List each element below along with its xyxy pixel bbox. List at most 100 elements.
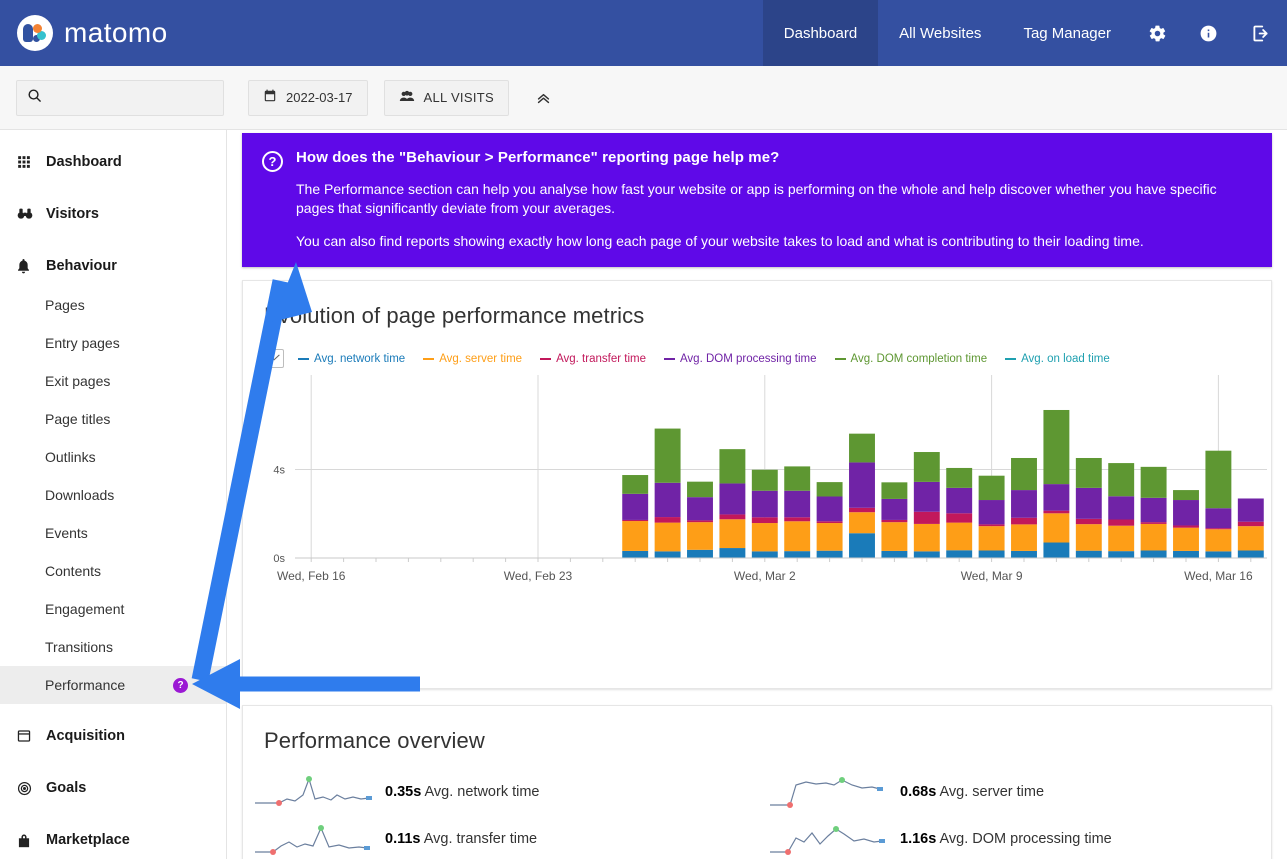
bar-segment[interactable] bbox=[1011, 490, 1037, 518]
bar-segment[interactable] bbox=[622, 550, 649, 558]
bar-segment[interactable] bbox=[1237, 550, 1264, 558]
legend-item-4[interactable]: Avg. DOM completion time bbox=[834, 353, 987, 365]
bar-segment[interactable] bbox=[1011, 524, 1037, 551]
legend-item-5[interactable]: Avg. on load time bbox=[1005, 353, 1110, 365]
bar-segment[interactable] bbox=[913, 511, 940, 524]
sidebar-item-dashboard[interactable]: Dashboard bbox=[0, 142, 226, 182]
bar-segment[interactable] bbox=[784, 517, 811, 522]
bar-segment[interactable] bbox=[719, 514, 746, 520]
bar-segment[interactable] bbox=[687, 549, 713, 558]
sidebar-item-contents[interactable]: Contents bbox=[0, 552, 226, 590]
bar-segment[interactable] bbox=[881, 550, 908, 558]
bar-segment[interactable] bbox=[1043, 542, 1070, 558]
bar-segment[interactable] bbox=[751, 551, 778, 558]
sidebar-item-behaviour[interactable]: Behaviour bbox=[0, 246, 226, 286]
bar-segment[interactable] bbox=[1075, 524, 1102, 551]
legend-item-2[interactable]: Avg. transfer time bbox=[540, 353, 646, 365]
bar-segment[interactable] bbox=[784, 521, 811, 552]
bar-segment[interactable] bbox=[978, 526, 1005, 551]
sidebar-item-entry-pages[interactable]: Entry pages bbox=[0, 324, 226, 362]
sidebar-item-goals[interactable]: Goals bbox=[0, 768, 226, 808]
bar-segment[interactable] bbox=[622, 519, 649, 522]
bar-segment[interactable] bbox=[1237, 526, 1264, 551]
bar-segment[interactable] bbox=[849, 533, 875, 558]
bar-segment[interactable] bbox=[816, 496, 843, 522]
bar-segment[interactable] bbox=[1140, 466, 1167, 498]
bar-segment[interactable] bbox=[881, 522, 908, 551]
bar-segment[interactable] bbox=[622, 475, 649, 494]
sidebar-item-acquisition[interactable]: Acquisition bbox=[0, 716, 226, 756]
bar-segment[interactable] bbox=[1140, 550, 1167, 558]
bar-segment[interactable] bbox=[881, 482, 908, 499]
bar-segment[interactable] bbox=[978, 550, 1005, 558]
bar-segment[interactable] bbox=[1237, 521, 1264, 527]
bar-segment[interactable] bbox=[1075, 487, 1102, 519]
legend-item-3[interactable]: Avg. DOM processing time bbox=[663, 353, 817, 365]
sparkline-metric-0[interactable]: 0.35s Avg. network time bbox=[243, 768, 758, 815]
bar-segment[interactable] bbox=[719, 548, 746, 558]
bar-segment[interactable] bbox=[978, 500, 1005, 525]
bar-segment[interactable] bbox=[1173, 500, 1199, 526]
matomo-logo[interactable]: matomo bbox=[0, 15, 168, 51]
sidebar-item-marketplace[interactable]: Marketplace bbox=[0, 820, 226, 859]
bar-segment[interactable] bbox=[1205, 529, 1232, 552]
sidebar-item-outlinks[interactable]: Outlinks bbox=[0, 438, 226, 476]
bar-segment[interactable] bbox=[913, 551, 940, 558]
bar-segment[interactable] bbox=[1075, 550, 1102, 558]
sidebar-item-transitions[interactable]: Transitions bbox=[0, 628, 226, 666]
bar-segment[interactable] bbox=[784, 551, 811, 558]
bar-segment[interactable] bbox=[1205, 551, 1232, 558]
bar-segment[interactable] bbox=[1043, 513, 1070, 543]
bar-segment[interactable] bbox=[784, 490, 811, 518]
bar-segment[interactable] bbox=[784, 466, 811, 491]
bar-segment[interactable] bbox=[849, 433, 875, 463]
bar-segment[interactable] bbox=[816, 482, 843, 497]
signout-icon[interactable] bbox=[1234, 0, 1287, 66]
bar-segment[interactable] bbox=[1011, 550, 1037, 558]
sidebar-item-pages[interactable]: Pages bbox=[0, 286, 226, 324]
sidebar-item-engagement[interactable]: Engagement bbox=[0, 590, 226, 628]
bar-segment[interactable] bbox=[913, 481, 940, 512]
date-selector-button[interactable]: 2022-03-17 bbox=[248, 79, 368, 116]
bar-segment[interactable] bbox=[719, 483, 746, 515]
bar-segment[interactable] bbox=[816, 550, 843, 558]
sidebar-item-performance[interactable]: Performance ? bbox=[0, 666, 226, 704]
bar-segment[interactable] bbox=[622, 493, 649, 520]
bar-segment[interactable] bbox=[978, 524, 1005, 527]
bar-segment[interactable] bbox=[816, 521, 843, 524]
bar-segment[interactable] bbox=[751, 490, 778, 518]
bar-segment[interactable] bbox=[1108, 463, 1135, 497]
sparkline-metric-2[interactable]: 0.11s Avg. transfer time bbox=[243, 815, 758, 859]
collapse-toggle-icon[interactable] bbox=[529, 80, 558, 116]
bar-segment[interactable] bbox=[1237, 498, 1264, 522]
bar-segment[interactable] bbox=[1205, 528, 1232, 530]
tab-tag-manager[interactable]: Tag Manager bbox=[1002, 0, 1132, 66]
bar-segment[interactable] bbox=[1173, 490, 1199, 501]
bar-segment[interactable] bbox=[654, 551, 681, 558]
bar-segment[interactable] bbox=[946, 487, 973, 514]
bar-segment[interactable] bbox=[913, 452, 940, 482]
bar-segment[interactable] bbox=[1108, 519, 1135, 526]
bar-segment[interactable] bbox=[849, 512, 875, 534]
bar-segment[interactable] bbox=[946, 513, 973, 523]
tab-dashboard[interactable]: Dashboard bbox=[762, 0, 879, 66]
bar-segment[interactable] bbox=[1108, 496, 1135, 520]
info-icon[interactable] bbox=[1183, 0, 1234, 66]
bar-segment[interactable] bbox=[1043, 409, 1070, 485]
bar-segment[interactable] bbox=[881, 519, 908, 523]
bar-segment[interactable] bbox=[751, 469, 778, 491]
segment-selector-button[interactable]: ALL VISITS bbox=[383, 79, 509, 116]
sparkline-metric-3[interactable]: 1.16s Avg. DOM processing time bbox=[758, 815, 1273, 859]
bar-segment[interactable] bbox=[1205, 450, 1232, 509]
chart-type-icon[interactable] bbox=[265, 349, 284, 368]
bar-segment[interactable] bbox=[881, 498, 908, 520]
bar-segment[interactable] bbox=[719, 519, 746, 549]
legend-item-1[interactable]: Avg. server time bbox=[423, 353, 522, 365]
bar-segment[interactable] bbox=[946, 522, 973, 551]
performance-help-badge-icon[interactable]: ? bbox=[173, 677, 188, 693]
bar-segment[interactable] bbox=[1205, 508, 1232, 529]
bar-segment[interactable] bbox=[913, 523, 940, 552]
bar-segment[interactable] bbox=[978, 475, 1005, 501]
bar-segment[interactable] bbox=[622, 521, 649, 551]
bar-segment[interactable] bbox=[654, 428, 681, 483]
